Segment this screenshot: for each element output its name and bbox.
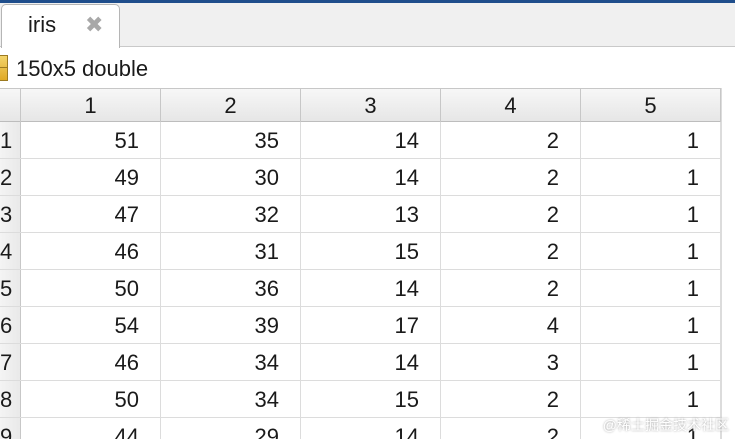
table-cell[interactable]: 30 xyxy=(161,159,301,195)
table-cell[interactable]: 35 xyxy=(161,122,301,158)
table-cell[interactable]: 1 xyxy=(581,196,721,232)
row-header[interactable]: 7 xyxy=(0,344,21,380)
table-cell[interactable]: 2 xyxy=(441,270,581,306)
table-row: 4 46 31 15 2 1 xyxy=(0,233,735,270)
tab-iris[interactable]: iris ✖ xyxy=(1,4,120,50)
row-header[interactable]: 4 xyxy=(0,233,21,269)
table-row: 5 50 36 14 2 1 xyxy=(0,270,735,307)
table-cell[interactable]: 34 xyxy=(161,381,301,417)
table-cell[interactable]: 2 xyxy=(441,122,581,158)
column-header-row: 1 2 3 4 5 xyxy=(0,88,735,122)
table-cell[interactable]: 51 xyxy=(21,122,161,158)
column-header[interactable]: 1 xyxy=(21,89,161,122)
column-header[interactable]: 4 xyxy=(441,89,581,122)
row-header[interactable]: 1 xyxy=(0,122,21,158)
table-row: 8 50 34 15 2 1 xyxy=(0,381,735,418)
row-header[interactable]: 3 xyxy=(0,196,21,232)
table-cell[interactable]: 54 xyxy=(21,307,161,343)
table-cell[interactable]: 50 xyxy=(21,270,161,306)
row-header[interactable]: 6 xyxy=(0,307,21,343)
table-cell[interactable]: 36 xyxy=(161,270,301,306)
table-cell[interactable]: 44 xyxy=(21,418,161,439)
grid-right-edge xyxy=(721,88,735,439)
table-cell[interactable]: 46 xyxy=(21,344,161,380)
table-row: 2 49 30 14 2 1 xyxy=(0,159,735,196)
table-row: 3 47 32 13 2 1 xyxy=(0,196,735,233)
table-cell[interactable]: 1 xyxy=(581,122,721,158)
table-cell[interactable]: 1 xyxy=(581,270,721,306)
table-cell[interactable]: 49 xyxy=(21,159,161,195)
table-cell[interactable]: 29 xyxy=(161,418,301,439)
tab-label: iris xyxy=(28,12,57,37)
table-cell[interactable]: 4 xyxy=(441,307,581,343)
row-header[interactable]: 2 xyxy=(0,159,21,195)
table-cell[interactable]: 14 xyxy=(301,270,441,306)
table-cell[interactable]: 50 xyxy=(21,381,161,417)
row-header[interactable]: 9 xyxy=(0,418,21,439)
watermark: @稀土掘金技术社区 xyxy=(602,417,729,433)
table-cell[interactable]: 46 xyxy=(21,233,161,269)
table-cell[interactable]: 2 xyxy=(441,159,581,195)
table-cell[interactable]: 1 xyxy=(581,307,721,343)
table-row: 1 51 35 14 2 1 xyxy=(0,122,735,159)
table-cell[interactable]: 14 xyxy=(301,122,441,158)
table-cell[interactable]: 14 xyxy=(301,344,441,380)
table-cell[interactable]: 2 xyxy=(441,381,581,417)
table-cell[interactable]: 47 xyxy=(21,196,161,232)
corner-cell[interactable] xyxy=(0,89,21,122)
table-cell[interactable]: 17 xyxy=(301,307,441,343)
table-cell[interactable]: 15 xyxy=(301,233,441,269)
table-cell[interactable]: 32 xyxy=(161,196,301,232)
table-cell[interactable]: 3 xyxy=(441,344,581,380)
document-tab-bar: iris ✖ xyxy=(0,0,735,50)
row-header[interactable]: 5 xyxy=(0,270,21,306)
close-icon[interactable]: ✖ xyxy=(85,14,103,36)
table-cell[interactable]: 39 xyxy=(161,307,301,343)
column-header[interactable]: 2 xyxy=(161,89,301,122)
table-cell[interactable]: 15 xyxy=(301,381,441,417)
column-header[interactable]: 5 xyxy=(581,89,721,122)
column-header[interactable]: 3 xyxy=(301,89,441,122)
variable-editor-grid[interactable]: 1 2 3 4 5 1 51 35 14 2 1 2 49 30 14 2 1 3 47 32 13 2 1 4 46… xyxy=(0,88,735,439)
table-cell[interactable]: 2 xyxy=(441,196,581,232)
table-cell[interactable]: 14 xyxy=(301,159,441,195)
table-cell[interactable]: 1 xyxy=(581,233,721,269)
variable-info-bar: 150x5 double xyxy=(0,48,735,88)
matrix-variable-icon xyxy=(0,55,8,81)
table-cell[interactable]: 1 xyxy=(581,344,721,380)
table-cell[interactable]: 2 xyxy=(441,418,581,439)
table-cell[interactable]: 31 xyxy=(161,233,301,269)
table-cell[interactable]: 2 xyxy=(441,233,581,269)
table-cell[interactable]: 34 xyxy=(161,344,301,380)
variable-size-label: 150x5 double xyxy=(16,56,149,81)
table-row: 6 54 39 17 4 1 xyxy=(0,307,735,344)
table-cell[interactable]: 13 xyxy=(301,196,441,232)
table-cell[interactable]: 1 xyxy=(581,381,721,417)
table-cell[interactable]: 1 xyxy=(581,159,721,195)
table-row: 7 46 34 14 3 1 xyxy=(0,344,735,381)
table-cell[interactable]: 14 xyxy=(301,418,441,439)
row-header[interactable]: 8 xyxy=(0,381,21,417)
